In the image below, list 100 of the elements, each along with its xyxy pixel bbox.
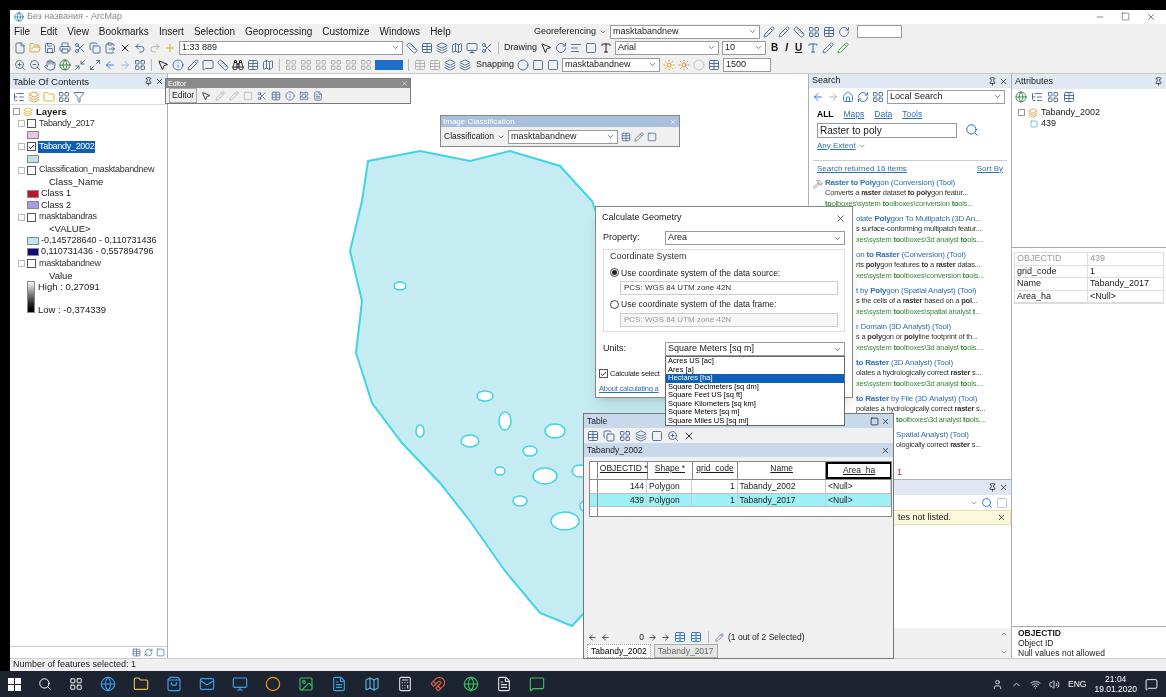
text-style-button[interactable]: I	[783, 40, 791, 55]
fixed-zoom-in-icon[interactable]	[74, 58, 86, 71]
text-field[interactable]	[857, 25, 903, 38]
layers-group[interactable]: Layers	[36, 106, 67, 118]
table-icon[interactable]	[1063, 91, 1075, 103]
windows-logo-icon[interactable]	[8, 677, 21, 691]
text-icon[interactable]	[600, 41, 612, 54]
grid-icon[interactable]	[1047, 91, 1059, 103]
tree-item[interactable]: Tabandy_2002	[1041, 107, 1101, 118]
copy-icon[interactable]	[89, 41, 101, 54]
line-color-icon[interactable]	[837, 41, 850, 54]
show-all-icon[interactable]	[674, 631, 686, 643]
map-icon[interactable]	[364, 676, 380, 692]
copy-icon[interactable]	[603, 429, 615, 442]
home-icon[interactable]	[842, 90, 854, 103]
zoom-out-icon[interactable]	[29, 58, 41, 71]
undo-icon[interactable]	[134, 41, 146, 54]
message-icon[interactable]	[202, 58, 214, 71]
map-icon[interactable]	[451, 41, 463, 54]
save-icon[interactable]	[44, 41, 56, 54]
grid-icon[interactable]	[872, 90, 884, 103]
layer-checkbox[interactable]	[27, 212, 36, 222]
language-indicator[interactable]: ENG	[1068, 677, 1087, 691]
search-field[interactable]: Raster to poly	[817, 122, 957, 138]
extent-link[interactable]: Any Extent	[817, 139, 856, 152]
pencil-icon[interactable]	[634, 131, 645, 142]
window-icon[interactable]	[466, 41, 478, 54]
scissors-icon[interactable]	[74, 41, 86, 54]
scissors-icon[interactable]	[257, 90, 268, 101]
scissors-icon[interactable]	[481, 41, 493, 54]
layer-checkbox[interactable]	[27, 119, 36, 129]
image-icon[interactable]	[298, 676, 314, 692]
font-dropdown[interactable]: Arial	[615, 40, 719, 55]
close-icon[interactable]	[999, 76, 1008, 86]
folder-icon[interactable]	[133, 676, 149, 692]
info-icon[interactable]	[285, 90, 296, 101]
editor-menu[interactable]: Editor	[169, 88, 198, 103]
close-icon[interactable]	[999, 483, 1008, 492]
color-swatch[interactable]	[375, 59, 403, 70]
fixed-zoom-out-icon[interactable]	[89, 58, 101, 71]
next-record-icon[interactable]	[648, 632, 657, 642]
clock-time[interactable]: 21:04	[1105, 674, 1127, 684]
close-icon[interactable]	[835, 212, 846, 224]
scroll-up-icon[interactable]	[1000, 630, 1008, 638]
drawing-menu[interactable]: Drawing	[504, 40, 537, 55]
result-title[interactable]: Spatial Analyst) (Tool)	[896, 429, 969, 440]
document-icon[interactable]	[331, 676, 347, 692]
checkbox[interactable]	[599, 369, 608, 379]
pin-icon[interactable]	[1154, 77, 1163, 86]
layer-checkbox[interactable]	[27, 259, 36, 269]
layer-name[interactable]: masktabandras	[38, 211, 98, 223]
menu-item[interactable]: View	[67, 24, 89, 39]
search-scope-dropdown[interactable]: Local Search	[887, 89, 1005, 104]
pencil-icon[interactable]	[763, 25, 776, 38]
monitor-icon[interactable]	[232, 676, 248, 692]
record-field[interactable]: 0	[614, 630, 644, 644]
square-icon[interactable]	[547, 58, 560, 71]
square-icon[interactable]	[651, 429, 663, 442]
layers-icon[interactable]	[28, 90, 40, 103]
rectangle-icon[interactable]	[585, 41, 597, 54]
close-icon[interactable]	[1146, 12, 1156, 22]
layer-name[interactable]: Tabandy_2002	[38, 141, 96, 153]
scale-spinner[interactable]: 1500	[723, 57, 772, 72]
pin-icon[interactable]	[988, 483, 997, 492]
table-icon[interactable]	[421, 41, 433, 54]
pin-icon[interactable]	[144, 77, 153, 86]
bag-icon[interactable]	[166, 676, 182, 692]
new-document-icon[interactable]	[14, 41, 26, 54]
printer-icon[interactable]	[59, 41, 71, 54]
menu-item[interactable]: Selection	[193, 24, 236, 39]
table-options-icon[interactable]	[587, 429, 599, 442]
volume-icon[interactable]	[1049, 678, 1061, 690]
toolbar-label[interactable]: Georeferencing	[534, 24, 597, 39]
maximize-icon[interactable]	[870, 416, 879, 426]
refresh-icon[interactable]	[857, 90, 869, 103]
result-title[interactable]: to Raster (3D Analyst) (Tool)	[856, 357, 953, 368]
layer-name[interactable]: Tabandy_2017	[38, 117, 96, 130]
close-icon[interactable]	[155, 77, 164, 86]
column-header[interactable]: Name	[738, 462, 827, 479]
magnet-icon[interactable]	[430, 676, 446, 692]
pencil-icon[interactable]	[187, 58, 199, 71]
menu-item[interactable]: Help	[430, 24, 451, 39]
mail-icon[interactable]	[199, 676, 215, 692]
clock-date[interactable]: 19.01.2020	[1094, 684, 1137, 694]
table-icon[interactable]	[708, 58, 721, 71]
chevron-down-icon[interactable]	[606, 132, 616, 141]
layers-icon[interactable]	[444, 58, 456, 71]
globe-icon[interactable]	[1015, 91, 1027, 103]
result-title[interactable]: to Raster by File (3D Analyst) (Tool)	[856, 393, 978, 404]
search-tab[interactable]: ALL	[817, 107, 834, 121]
person-icon[interactable]	[992, 678, 1004, 690]
results-summary-link[interactable]: Search returned 16 items	[817, 162, 907, 175]
menu-item[interactable]: File	[14, 24, 31, 39]
column-header[interactable]: Shape *	[647, 462, 693, 479]
field-value[interactable]: Tabandy_2017	[1087, 277, 1163, 291]
zoom-icon[interactable]	[667, 429, 679, 442]
zoom-in-icon[interactable]	[14, 58, 26, 71]
search-icon[interactable]	[38, 677, 52, 691]
browser-icon[interactable]	[100, 676, 116, 692]
snapping-menu[interactable]: Snapping	[476, 57, 515, 72]
